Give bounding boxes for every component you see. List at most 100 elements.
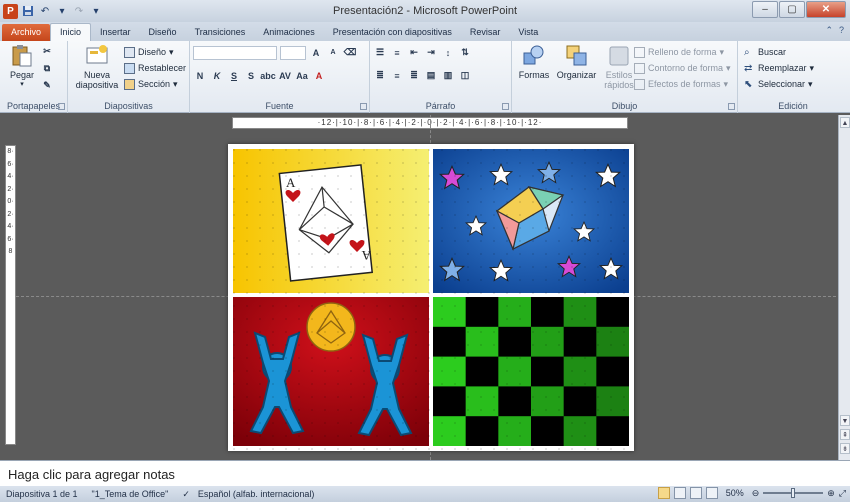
align-center-icon[interactable]: ≡ — [390, 69, 404, 82]
window-title: Presentación2 - Microsoft PowerPoint — [332, 5, 518, 17]
shape-fill-button[interactable]: Relleno de forma ▾ — [634, 44, 731, 60]
font-size-input[interactable] — [280, 45, 306, 60]
group-dibujo: Formas Organizar Estilos rápidos Relleno… — [512, 41, 738, 113]
tab-insertar[interactable]: Insertar — [91, 24, 140, 41]
panel-stars-crystal[interactable] — [433, 149, 629, 293]
vertical-ruler[interactable]: 8·6·4·2·0·2·4·6·8 — [5, 145, 16, 445]
reading-view-icon[interactable] — [689, 487, 702, 499]
undo-dropdown-icon[interactable]: ▾ — [55, 4, 69, 18]
ribbon-right-controls: ⌃ ? — [825, 25, 844, 36]
minimize-ribbon-icon[interactable]: ⌃ — [825, 25, 833, 36]
font-color-icon[interactable]: A — [312, 69, 326, 82]
scroll-up-icon[interactable]: ▲ — [840, 117, 850, 128]
paste-button[interactable]: Pegar ▾ — [3, 44, 41, 88]
minimize-button[interactable]: – — [752, 1, 778, 18]
zoom-level[interactable]: 50% — [726, 488, 744, 498]
quick-styles-button[interactable]: Estilos rápidos — [600, 44, 638, 90]
text-direction-icon[interactable]: ⇅ — [458, 46, 472, 59]
checker-square — [465, 326, 499, 357]
bold-button[interactable]: N — [193, 69, 207, 82]
panel-figures-coin[interactable] — [233, 297, 429, 446]
undo-icon[interactable]: ↶ — [38, 4, 52, 18]
shape-outline-button[interactable]: Contorno de forma ▾ — [634, 60, 731, 76]
tab-animaciones[interactable]: Animaciones — [254, 24, 324, 41]
cut-icon[interactable]: ✂ — [40, 45, 54, 58]
decrease-indent-icon[interactable]: ⇤ — [407, 46, 421, 59]
columns-icon[interactable]: ▥ — [441, 69, 455, 82]
powerpoint-logo-icon[interactable]: P — [3, 3, 18, 19]
layout-icon — [124, 46, 135, 58]
help-icon[interactable]: ? — [839, 25, 844, 36]
redo-icon[interactable]: ↷ — [72, 4, 86, 18]
slide-canvas[interactable]: A A — [228, 144, 634, 451]
spellcheck-icon[interactable]: ✓ — [182, 489, 190, 500]
tab-presentacion[interactable]: Presentación con diapositivas — [324, 24, 461, 41]
line-spacing-icon[interactable]: ↕ — [441, 46, 455, 59]
bullets-icon[interactable]: ☰ — [373, 46, 387, 59]
normal-view-icon[interactable] — [657, 487, 670, 499]
grow-font-button[interactable]: A — [309, 46, 323, 59]
tab-archivo[interactable]: Archivo — [2, 24, 51, 41]
char-spacing-icon[interactable]: AV — [278, 69, 292, 82]
title-bar: P ↶ ▾ ↷ ▾ Presentación2 - Microsoft Powe… — [0, 0, 850, 22]
save-icon[interactable] — [21, 4, 35, 18]
justify-icon[interactable]: ▤ — [424, 69, 438, 82]
align-left-icon[interactable]: ≣ — [373, 69, 387, 82]
notes-pane[interactable]: Haga clic para agregar notas — [0, 460, 850, 486]
smartart-icon[interactable]: ◫ — [458, 69, 472, 82]
shrink-font-button[interactable]: A — [326, 46, 340, 59]
increase-indent-icon[interactable]: ⇥ — [424, 46, 438, 59]
fit-to-window-icon[interactable]: ⤢ — [839, 488, 846, 499]
maximize-button[interactable]: ▢ — [779, 1, 805, 18]
zoom-out-icon[interactable]: ⊖ — [752, 488, 760, 499]
portapapeles-launcher-icon[interactable] — [58, 103, 65, 110]
align-right-icon[interactable]: ≣ — [407, 69, 421, 82]
next-slide-icon[interactable]: ⇟ — [840, 443, 850, 454]
clear-format-icon[interactable]: ⌫ — [343, 46, 357, 59]
section-button[interactable]: Sección ▾ — [124, 76, 186, 92]
language-indicator[interactable]: Español (alfab. internacional) — [198, 489, 315, 499]
format-painter-icon[interactable]: ✎ — [40, 79, 54, 92]
theme-name[interactable]: "1_Tema de Office" — [92, 489, 169, 499]
strikethrough-icon[interactable]: abc — [260, 69, 276, 82]
tab-revisar[interactable]: Revisar — [461, 24, 510, 41]
previous-slide-icon[interactable]: ⇞ — [840, 429, 850, 440]
checker-square — [563, 416, 597, 446]
tab-inicio[interactable]: Inicio — [50, 23, 92, 41]
arrange-button[interactable]: Organizar — [556, 44, 598, 80]
fuente-launcher-icon[interactable] — [360, 103, 367, 110]
underline-button[interactable]: S — [227, 69, 241, 82]
shadow-button[interactable]: S — [244, 69, 258, 82]
change-case-button[interactable]: Aa — [295, 69, 309, 82]
replace-button[interactable]: ⇄ Reemplazar ▾ — [744, 60, 814, 76]
zoom-in-icon[interactable]: ⊕ — [827, 488, 835, 499]
slide-sorter-icon[interactable] — [673, 487, 686, 499]
parrafo-launcher-icon[interactable] — [502, 103, 509, 110]
tab-diseno[interactable]: Diseño — [140, 24, 186, 41]
reset-button[interactable]: Restablecer — [124, 60, 186, 76]
scroll-down-icon[interactable]: ▼ — [840, 415, 850, 426]
notes-placeholder[interactable]: Haga clic para agregar notas — [8, 467, 175, 482]
copy-icon[interactable]: ⧉ — [40, 62, 54, 75]
zoom-slider-thumb[interactable] — [791, 488, 796, 498]
panel-ace-card[interactable]: A A — [233, 149, 429, 293]
tab-transiciones[interactable]: Transiciones — [186, 24, 255, 41]
numbering-icon[interactable]: ≡ — [390, 46, 404, 59]
close-button[interactable]: ✕ — [806, 1, 846, 18]
shapes-button[interactable]: Formas — [515, 44, 553, 80]
dibujo-launcher-icon[interactable] — [728, 103, 735, 110]
new-slide-button[interactable]: Nueva diapositiva — [71, 44, 123, 90]
layout-button[interactable]: Diseño ▾ — [124, 44, 186, 60]
italic-button[interactable]: K — [210, 69, 224, 82]
find-button[interactable]: ⌕ Buscar — [744, 44, 814, 60]
tab-vista[interactable]: Vista — [509, 24, 547, 41]
slideshow-icon[interactable] — [705, 487, 718, 499]
select-button[interactable]: ⬉ Seleccionar ▾ — [744, 76, 814, 92]
font-name-input[interactable] — [193, 45, 277, 60]
shape-effects-button[interactable]: Efectos de formas ▾ — [634, 76, 731, 92]
zoom-slider[interactable] — [763, 488, 824, 498]
ribbon: Pegar ▾ ✂ ⧉ ✎ Portapapeles Nueva diaposi… — [0, 41, 850, 113]
panel-checkerboard[interactable] — [433, 297, 629, 446]
customize-qat-icon[interactable]: ▾ — [89, 4, 103, 18]
vertical-scrollbar[interactable]: ▲ ▼ ⇞ ⇟ — [838, 115, 850, 460]
